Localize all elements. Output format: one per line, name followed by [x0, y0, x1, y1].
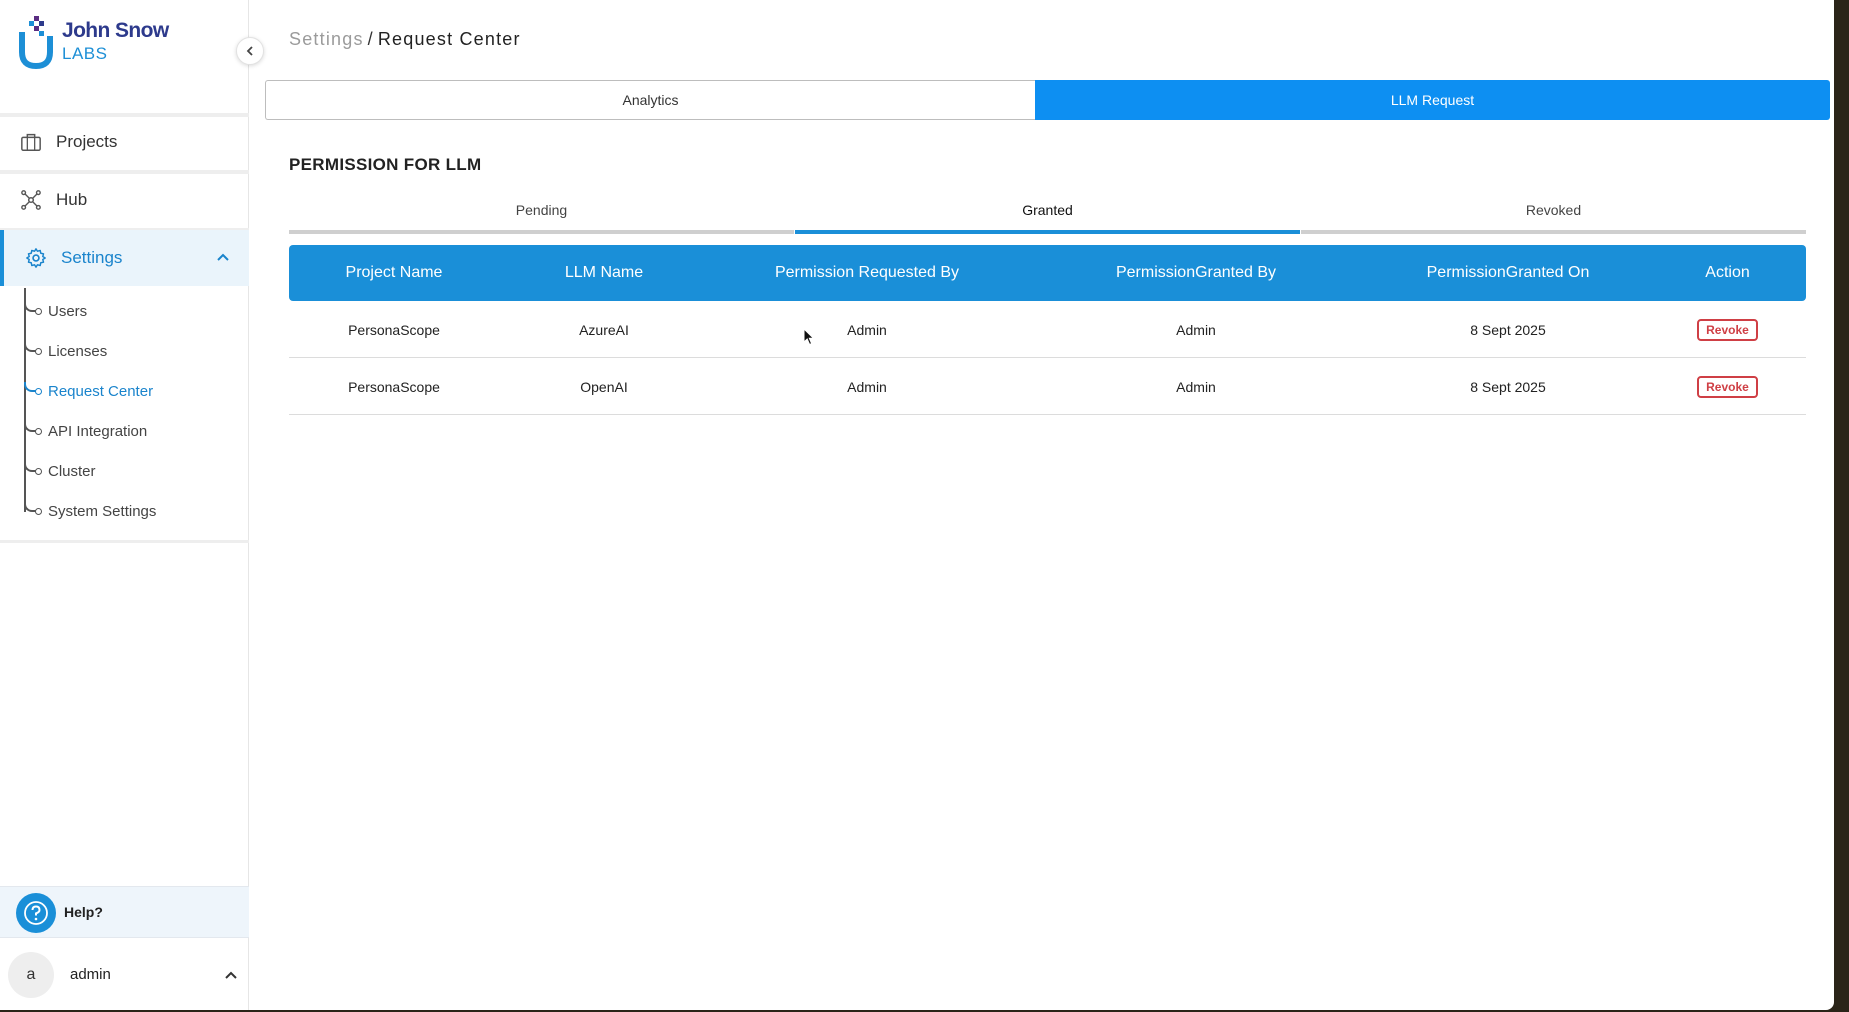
main-content: Settings / Request Center Analytics LLM Re…: [250, 0, 1834, 1010]
tab-granted[interactable]: Granted: [795, 196, 1300, 234]
sidebar-subitem-label: API Integration: [48, 423, 148, 440]
cell-project-name: PersonaScope: [348, 378, 440, 395]
tab-pending[interactable]: Pending: [289, 196, 794, 234]
cell-project-name: PersonaScope: [348, 321, 440, 338]
revoke-button[interactable]: Revoke: [1697, 375, 1758, 398]
sidebar-item-hub[interactable]: Hub: [0, 172, 249, 228]
john-snow-labs-logo[interactable]: John Snow LABS: [18, 14, 178, 72]
column-header-granted-by[interactable]: PermissionGranted By: [1025, 245, 1367, 301]
cell-granted-on: 8 Sept 2025: [1470, 321, 1546, 338]
cell-llm-name: AzureAI: [579, 321, 629, 338]
logo-mark-icon: [19, 16, 53, 70]
sidebar-item-projects[interactable]: Projects: [0, 114, 249, 170]
sidebar-subitem-system-settings[interactable]: System Settings: [24, 492, 244, 532]
tab-revoked[interactable]: Revoked: [1301, 196, 1806, 234]
breadcrumb-separator: /: [367, 29, 374, 49]
cell-granted-by: Admin: [1176, 378, 1216, 395]
sidebar: John Snow LABS Projects Hub Settings Use…: [0, 0, 249, 1010]
table-row: PersonaScope OpenAI Admin Admin 8 Sept 2…: [289, 358, 1806, 415]
cell-granted-by: Admin: [1176, 321, 1216, 338]
logo-wordmark: John Snow LABS: [62, 19, 169, 65]
gear-icon: [26, 248, 46, 268]
cell-llm-name: OpenAI: [580, 378, 628, 395]
column-header-granted-on[interactable]: PermissionGranted On: [1367, 245, 1649, 301]
sidebar-subitem-label: Users: [48, 303, 88, 320]
request-type-tabs: Analytics LLM Request: [265, 80, 1830, 120]
sidebar-subitem-users[interactable]: Users: [24, 292, 244, 332]
help-button[interactable]: Help?: [0, 886, 249, 938]
tab-llm-request[interactable]: LLM Request: [1035, 80, 1830, 120]
section-title: PERMISSION FOR LLM: [289, 155, 482, 174]
tree-node-dot: [35, 468, 42, 475]
sidebar-subitem-label: Request Center: [48, 383, 154, 400]
tree-node-dot: [35, 388, 42, 395]
column-header-project-name[interactable]: Project Name: [289, 245, 499, 301]
chevron-up-icon[interactable]: [216, 250, 230, 264]
tree-node-dot: [35, 428, 42, 435]
breadcrumb-parent[interactable]: Settings: [289, 29, 364, 49]
sidebar-subitem-label: Licenses: [48, 343, 108, 360]
chevron-left-icon: [246, 46, 253, 56]
sidebar-collapse-button[interactable]: [236, 37, 264, 65]
cell-action: Revoke: [1649, 358, 1806, 415]
column-header-action: Action: [1705, 264, 1750, 281]
sidebar-subitem-label: Cluster: [48, 463, 96, 480]
column-header-llm-name[interactable]: LLM Name: [499, 245, 709, 301]
user-name: admin: [70, 966, 111, 983]
network-hub-icon: [21, 190, 41, 210]
revoke-button[interactable]: Revoke: [1697, 318, 1758, 341]
briefcase-icon: [21, 133, 41, 151]
chevron-up-icon[interactable]: [224, 968, 238, 982]
sidebar-item-settings[interactable]: Settings: [0, 230, 249, 286]
sidebar-subitem-api-integration[interactable]: API Integration: [24, 412, 244, 452]
column-header-requested-by[interactable]: Permission Requested By: [709, 245, 1025, 301]
avatar: a: [8, 952, 54, 998]
sidebar-item-label: Projects: [56, 132, 118, 151]
permission-status-tabs: Pending Granted Revoked: [289, 196, 1806, 234]
user-menu[interactable]: a admin: [0, 948, 249, 1000]
logo-line-2: LABS: [62, 44, 108, 63]
cell-action: Revoke: [1649, 301, 1806, 358]
tree-node-dot: [35, 308, 42, 315]
sidebar-divider: [0, 540, 249, 543]
table-row: PersonaScope AzureAI Admin Admin 8 Sept …: [289, 301, 1806, 358]
sidebar-subitem-licenses[interactable]: Licenses: [24, 332, 244, 372]
breadcrumb: Settings / Request Center: [289, 29, 521, 50]
tree-node-dot: [35, 348, 42, 355]
mouse-cursor-icon: [803, 328, 815, 346]
app-window: John Snow LABS Projects Hub Settings Use…: [0, 0, 1834, 1010]
sidebar-item-label: Settings: [61, 248, 123, 267]
cell-granted-on: 8 Sept 2025: [1470, 378, 1546, 395]
tree-node-dot: [35, 508, 42, 515]
sidebar-subitem-label: System Settings: [48, 503, 157, 520]
breadcrumb-current: Request Center: [377, 29, 521, 49]
permissions-table: Project Name LLM Name Permission Request…: [289, 245, 1806, 415]
help-label: Help?: [64, 904, 103, 920]
sidebar-item-label: Hub: [56, 190, 88, 209]
cell-requested-by: Admin: [847, 378, 887, 395]
sidebar-subitem-cluster[interactable]: Cluster: [24, 452, 244, 492]
help-icon: [16, 893, 56, 933]
table-header: Project Name LLM Name Permission Request…: [289, 245, 1806, 301]
cell-requested-by: Admin: [847, 321, 887, 338]
sidebar-subitem-request-center[interactable]: Request Center: [24, 372, 244, 412]
tab-analytics[interactable]: Analytics: [265, 80, 1035, 120]
logo-line-1: John Snow: [62, 19, 169, 42]
